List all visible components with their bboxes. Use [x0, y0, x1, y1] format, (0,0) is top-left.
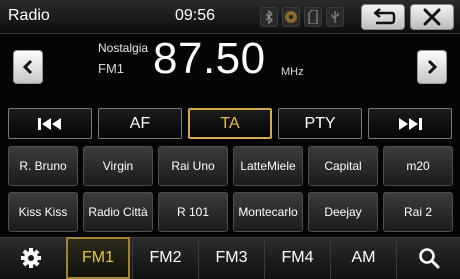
settings-button[interactable]	[0, 237, 62, 279]
band-fm4-button[interactable]: FM4	[264, 237, 330, 279]
band-fm2-button[interactable]: FM2	[132, 237, 198, 279]
preset-button[interactable]: Rai 2	[383, 192, 453, 232]
skip-previous-icon	[38, 117, 61, 130]
bluetooth-icon	[260, 7, 278, 27]
station-name: Nostalgia	[98, 41, 149, 55]
search-button[interactable]	[396, 237, 460, 279]
preset-button[interactable]: LatteMiele	[233, 146, 303, 186]
skip-next-icon	[399, 117, 422, 130]
seek-back-button[interactable]	[8, 108, 92, 139]
back-arrow-icon	[373, 8, 396, 25]
close-icon	[423, 8, 441, 26]
preset-button[interactable]: Montecarlo	[233, 192, 303, 232]
band-fm3-button[interactable]: FM3	[198, 237, 264, 279]
back-button[interactable]	[361, 4, 405, 30]
clock: 09:56	[175, 7, 216, 24]
preset-button[interactable]: Radio Città	[83, 192, 153, 232]
frequency-unit: MHz	[281, 66, 304, 78]
preset-button[interactable]: Capital	[308, 146, 378, 186]
preset-button[interactable]: Rai Uno	[158, 146, 228, 186]
af-button[interactable]: AF	[98, 108, 182, 139]
preset-button[interactable]: R. Bruno	[8, 146, 78, 186]
preset-button[interactable]: R 101	[158, 192, 228, 232]
ta-button[interactable]: TA	[188, 108, 272, 139]
preset-button[interactable]: Deejay	[308, 192, 378, 232]
sd-card-icon	[304, 7, 322, 27]
preset-button[interactable]: Kiss Kiss	[8, 192, 78, 232]
close-button[interactable]	[410, 4, 454, 30]
usb-icon	[326, 7, 344, 27]
preset-button[interactable]: Virgin	[83, 146, 153, 186]
next-station-button[interactable]	[417, 50, 447, 84]
chevron-right-icon	[427, 59, 438, 75]
app-title: Radio	[8, 7, 50, 24]
pty-button[interactable]: PTY	[278, 108, 362, 139]
prev-station-button[interactable]	[13, 50, 43, 84]
band-fm1-button[interactable]: FM1	[66, 237, 130, 279]
gear-icon	[21, 248, 41, 268]
band-label: FM1	[98, 61, 124, 76]
frequency-display: 87.50	[153, 34, 266, 83]
chevron-left-icon	[22, 59, 33, 75]
preset-button[interactable]: m20	[383, 146, 453, 186]
band-am-button[interactable]: AM	[330, 237, 396, 279]
disc-icon	[282, 7, 300, 27]
search-icon	[418, 248, 439, 269]
seek-forward-button[interactable]	[368, 108, 452, 139]
